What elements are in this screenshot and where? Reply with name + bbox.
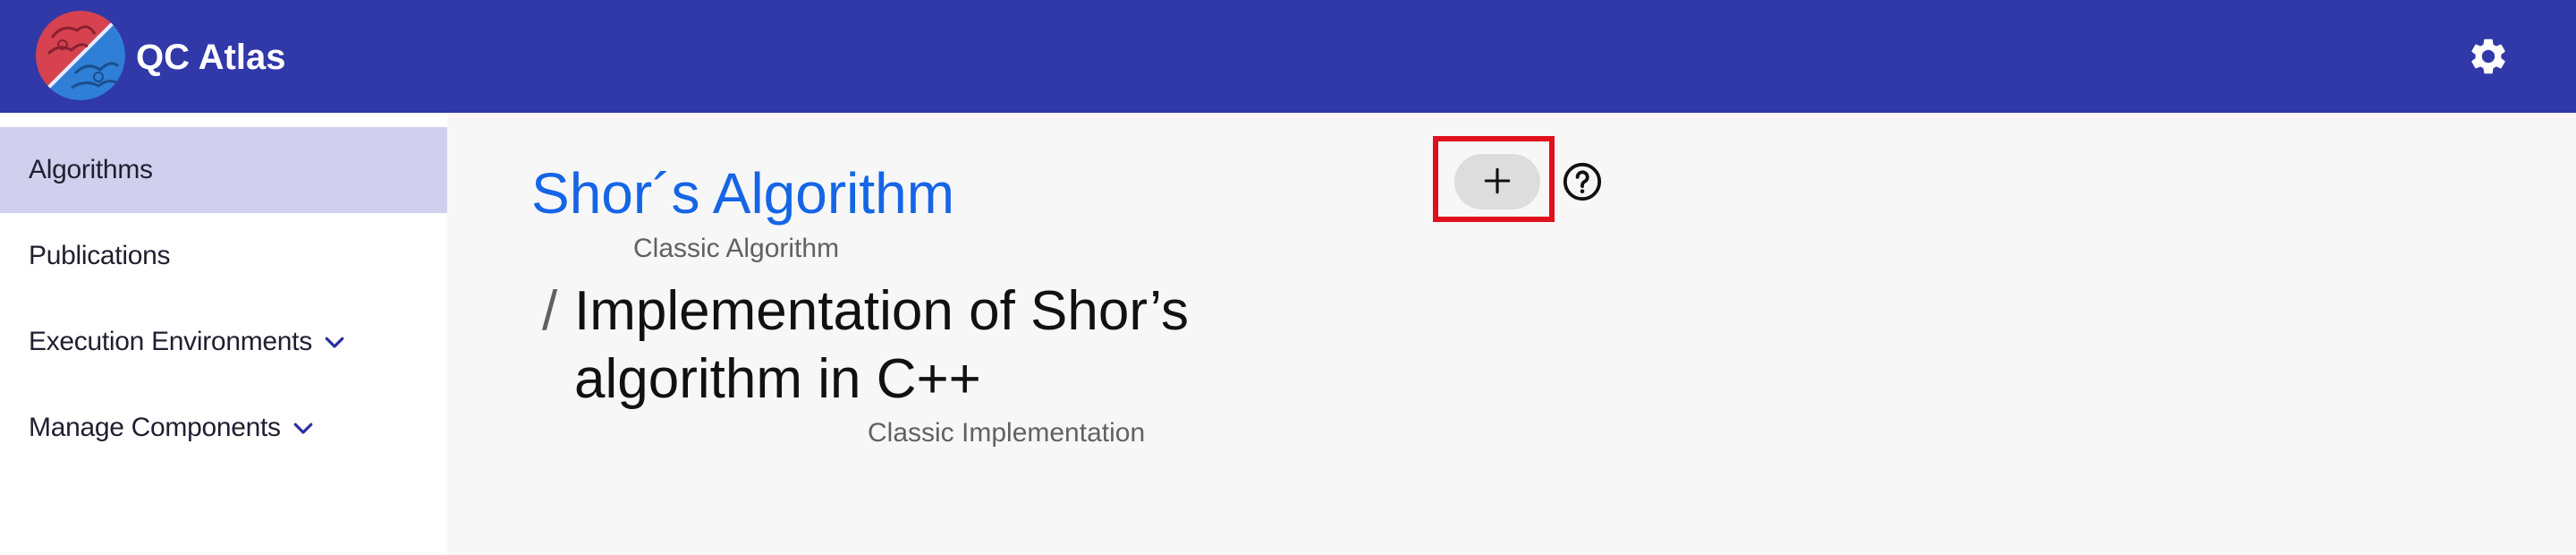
sidebar-item-label: Manage Components — [29, 413, 281, 442]
app-title[interactable]: QC Atlas — [136, 36, 285, 79]
implementation-type-label: Classic Implementation — [868, 418, 1146, 448]
sidebar-item-label: Execution Environments — [29, 327, 312, 356]
top-toolbar: QC Atlas — [0, 0, 2576, 113]
sidebar-item-manage-components[interactable]: Manage Components — [0, 385, 447, 471]
implementation-title: Implementation of Shor’s algorithm in C+… — [574, 280, 1189, 410]
sidebar-item-label: Publications — [29, 241, 171, 270]
sidebar-item-algorithms[interactable]: Algorithms — [0, 127, 447, 213]
gear-icon[interactable] — [2467, 35, 2510, 78]
main-content: Shor´s Algorithm Classic Algorithm / Imp… — [447, 113, 2576, 555]
qc-atlas-logo-icon[interactable] — [36, 11, 125, 100]
plus-icon — [1482, 166, 1513, 199]
help-circle-icon[interactable] — [1562, 161, 1603, 202]
sidebar-item-publications[interactable]: Publications — [0, 213, 447, 299]
algorithm-type-label: Classic Algorithm — [633, 234, 840, 263]
chevron-down-icon[interactable] — [290, 414, 317, 441]
sidebar-nav: Algorithms Publications Execution Enviro… — [0, 113, 447, 555]
add-button[interactable] — [1454, 154, 1540, 209]
sidebar-item-execution-environments[interactable]: Execution Environments — [0, 299, 447, 385]
sidebar-item-label: Algorithms — [29, 155, 153, 184]
algorithm-title-link[interactable]: Shor´s Algorithm — [531, 158, 954, 229]
breadcrumb-separator: / — [542, 280, 558, 342]
chevron-down-icon[interactable] — [321, 329, 348, 355]
